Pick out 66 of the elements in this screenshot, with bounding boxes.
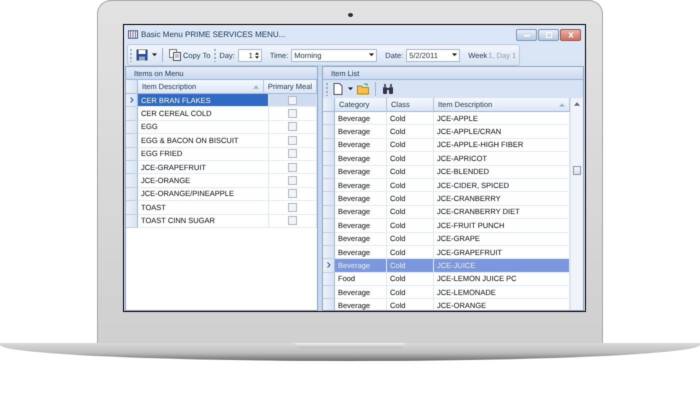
scroll-thumb[interactable] — [573, 166, 581, 175]
row-header-cell — [126, 80, 138, 94]
checkbox[interactable] — [288, 216, 297, 226]
row-header-cell[interactable] — [126, 201, 138, 215]
binoculars-icon — [382, 83, 394, 95]
caret-icon — [369, 53, 374, 57]
row-header-cell[interactable] — [126, 160, 138, 174]
row-header-cell[interactable] — [323, 259, 335, 273]
caret-icon[interactable] — [152, 53, 157, 57]
row-pointer-icon — [326, 262, 330, 268]
row-header-cell[interactable] — [126, 134, 138, 148]
checkbox[interactable] — [288, 136, 297, 145]
maximize-button[interactable] — [538, 28, 559, 40]
row-header-cell[interactable] — [323, 152, 335, 166]
maximize-icon — [544, 32, 554, 38]
checkbox[interactable] — [288, 189, 297, 198]
checkbox[interactable] — [288, 162, 297, 172]
row-header-cell[interactable] — [323, 178, 335, 192]
checkbox[interactable] — [288, 176, 297, 186]
checkbox[interactable] — [288, 109, 297, 118]
new-button[interactable] — [331, 81, 345, 97]
row-header-cell[interactable] — [126, 174, 138, 188]
checkbox[interactable] — [288, 122, 297, 132]
close-icon — [566, 32, 576, 38]
scroll-up-icon[interactable] — [574, 102, 580, 106]
row-header-cell[interactable] — [323, 125, 335, 139]
row-header-cell[interactable] — [323, 299, 335, 310]
scrollbar[interactable] — [570, 98, 583, 310]
checkbox[interactable] — [288, 149, 297, 158]
save-button[interactable] — [135, 47, 149, 63]
row-header-cell[interactable] — [126, 148, 138, 161]
row-header-cell[interactable] — [323, 286, 335, 300]
save-icon — [136, 49, 148, 61]
row-header-cell[interactable] — [323, 272, 335, 286]
window-icon — [128, 30, 138, 39]
window-title: Basic Menu PRIME SERVICES MENU... — [141, 30, 286, 39]
row-header-cell[interactable] — [323, 219, 335, 233]
row-header-cell[interactable] — [323, 138, 335, 152]
row-header-cell[interactable] — [323, 246, 335, 260]
checkbox[interactable] — [288, 96, 297, 105]
camera-dot — [348, 13, 352, 17]
copy-icon — [169, 49, 181, 61]
row-header-cell[interactable] — [323, 192, 335, 206]
row-header-cell[interactable] — [126, 94, 138, 108]
row-header-cell[interactable] — [323, 206, 335, 220]
row-header-cell[interactable] — [323, 166, 335, 179]
caret-icon — [452, 53, 458, 57]
caret-icon[interactable] — [348, 87, 353, 91]
sort-ascending-icon — [252, 84, 259, 88]
sort-ascending-icon — [559, 102, 565, 106]
row-header-cell[interactable] — [126, 120, 138, 134]
row-pointer-icon — [130, 97, 134, 104]
spin-arrows-icon — [254, 50, 259, 60]
row-header-cell[interactable] — [323, 232, 335, 246]
document-icon — [332, 83, 344, 95]
row-header-cell[interactable] — [323, 112, 335, 126]
checkbox[interactable] — [288, 202, 297, 212]
minimize-button[interactable] — [516, 28, 537, 40]
row-header-cell[interactable] — [126, 107, 138, 121]
row-header-cell — [323, 98, 335, 112]
row-header-cell[interactable] — [126, 214, 138, 228]
grip-icon — [214, 48, 216, 62]
folder-icon — [357, 83, 369, 95]
find-button[interactable] — [381, 81, 395, 97]
row-header-cell[interactable] — [126, 188, 138, 202]
close-button[interactable] — [560, 28, 581, 40]
